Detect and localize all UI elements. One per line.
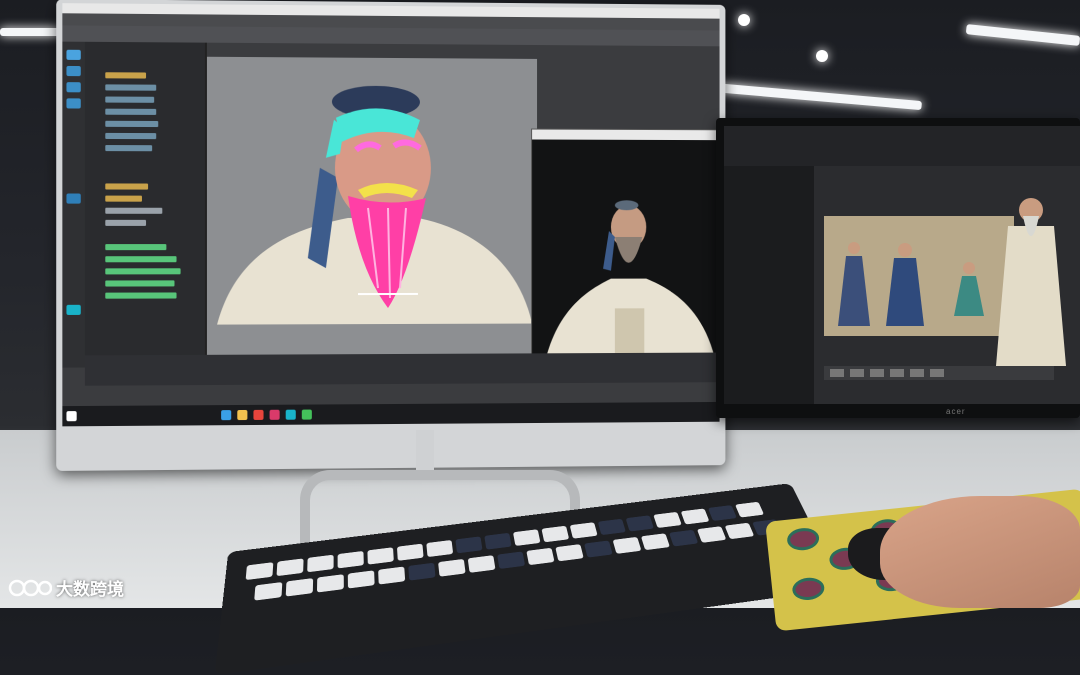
sage-rendered-model [532, 139, 719, 378]
maya-screen [62, 3, 719, 426]
outliner-item[interactable] [105, 208, 162, 214]
monitor-brand-label: acer [946, 407, 966, 416]
keyboard-key[interactable] [307, 555, 333, 573]
app-icon[interactable] [270, 410, 280, 420]
keyboard-key[interactable] [584, 540, 613, 557]
keyboard-key[interactable] [681, 508, 710, 524]
start-icon[interactable] [66, 411, 76, 421]
outliner-item[interactable] [105, 256, 176, 262]
outliner-item[interactable] [105, 292, 176, 298]
keyboard-key[interactable] [626, 515, 654, 531]
keyboard-key[interactable] [397, 544, 424, 561]
keyboard-key[interactable] [526, 548, 554, 565]
rotate-tool-icon[interactable] [66, 82, 80, 92]
toolbox [62, 42, 85, 368]
keyboard-key[interactable] [513, 529, 541, 546]
outliner-item[interactable] [105, 133, 156, 139]
outliner-item[interactable] [105, 109, 156, 115]
keyboard-key[interactable] [348, 570, 375, 588]
sage-turnaround-figure [986, 186, 1076, 366]
keyboard-key[interactable] [468, 555, 496, 573]
outliner-panel [85, 42, 207, 368]
ceiling-spotlight [738, 14, 750, 26]
keyboard-key[interactable] [555, 544, 583, 561]
keyboard-key[interactable] [653, 512, 682, 528]
ceiling-light-strip [0, 28, 60, 36]
outliner-item[interactable] [105, 72, 146, 78]
render-view-window[interactable] [531, 129, 719, 384]
keyboard-key[interactable] [246, 562, 274, 580]
keyboard-key[interactable] [438, 559, 466, 577]
keyboard-key[interactable] [735, 502, 764, 518]
thumbnail[interactable] [830, 369, 844, 377]
keyboard-key[interactable] [725, 523, 755, 540]
select-tool-icon[interactable] [66, 50, 80, 60]
thumbnail[interactable] [930, 369, 944, 377]
browser-icon[interactable] [221, 410, 231, 420]
keyboard-key[interactable] [408, 563, 435, 581]
keyboard-key[interactable] [598, 519, 626, 535]
sage-wireframe-model [207, 57, 537, 325]
outliner-item[interactable] [105, 97, 154, 103]
keyboard-key[interactable] [317, 574, 344, 592]
keyboard-key[interactable] [613, 537, 642, 554]
keyboard-key[interactable] [541, 526, 569, 543]
keyboard-key[interactable] [254, 582, 282, 601]
outliner-item[interactable] [105, 220, 146, 226]
viewer-toolbar [724, 126, 1080, 166]
render-window-title [532, 130, 719, 141]
layout-icon[interactable] [66, 193, 80, 203]
keyboard-key[interactable] [367, 547, 393, 564]
3d-viewport[interactable] [207, 57, 537, 355]
chrome-icon[interactable] [253, 410, 263, 420]
thumbnail[interactable] [870, 369, 884, 377]
maya-task-icon[interactable] [286, 410, 296, 420]
ceiling-light-strip [712, 83, 922, 110]
keyboard-key[interactable] [277, 558, 304, 576]
move-tool-icon[interactable] [66, 66, 80, 76]
ceiling-spotlight [816, 50, 828, 62]
outliner-item[interactable] [105, 145, 152, 151]
outliner-item[interactable] [105, 196, 142, 202]
right-monitor: acer [716, 118, 1080, 418]
keyboard-key[interactable] [426, 540, 453, 557]
watermark-text: 大数跨境 [56, 575, 124, 600]
keyboard-key[interactable] [286, 578, 313, 597]
ceiling-light-strip [966, 24, 1080, 46]
wechat-icon[interactable] [302, 410, 312, 420]
timeline-slider[interactable] [85, 353, 720, 386]
keyboard-key[interactable] [641, 533, 670, 550]
maya-logo-icon [66, 305, 80, 315]
windows-taskbar [62, 402, 719, 426]
left-monitor [56, 0, 725, 471]
keyboard-key[interactable] [570, 522, 598, 539]
mousepad-pattern [786, 527, 820, 552]
outliner-item[interactable] [105, 84, 156, 90]
keyboard-key[interactable] [338, 551, 364, 569]
outliner-item[interactable] [105, 280, 174, 286]
thumbnail[interactable] [890, 369, 904, 377]
watermark-logo-icon [8, 577, 52, 599]
outliner-item[interactable] [105, 121, 158, 127]
keyboard-key[interactable] [455, 536, 482, 553]
keyboard-key[interactable] [484, 533, 511, 550]
thumbnail[interactable] [850, 369, 864, 377]
outliner-item[interactable] [105, 244, 166, 250]
viewer-side-panel [724, 166, 814, 404]
keyboard-key[interactable] [697, 526, 726, 543]
mousepad-pattern [791, 576, 825, 601]
outliner-item[interactable] [105, 268, 180, 274]
outliner-item[interactable] [105, 183, 148, 189]
reference-screen [724, 126, 1080, 404]
keyboard-key[interactable] [669, 530, 698, 547]
keyboard-key[interactable] [497, 551, 525, 569]
folder-icon[interactable] [237, 410, 247, 420]
keyboard-key[interactable] [378, 566, 405, 584]
thumbnail[interactable] [910, 369, 924, 377]
watermark: 大数跨境 [8, 575, 124, 600]
user-hand [880, 496, 1080, 608]
thumbnail-strip [824, 366, 1054, 380]
keyboard-key[interactable] [708, 505, 737, 521]
scale-tool-icon[interactable] [66, 98, 80, 108]
